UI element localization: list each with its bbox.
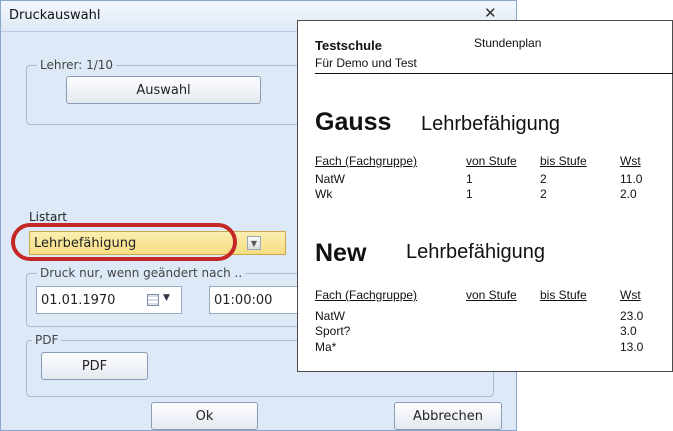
section-heading: Lehrbefähigung [421,113,561,135]
chevron-down-icon[interactable]: ▼ [163,293,170,303]
table-cell: Wk [315,187,333,201]
print-preview: Testschule Stundenplan Für Demo und Test… [297,20,673,372]
date-field[interactable]: 01.01.1970 ▼ [36,286,182,314]
dialog-title: Druckauswahl [9,8,101,23]
highlight-ring [11,223,237,261]
table-cell: 2.0 [620,187,637,201]
table-cell: 1 [466,172,473,186]
table-cell: 11.0 [620,172,643,186]
date-value: 01.01.1970 [41,293,116,308]
table-header: von Stufe [466,154,517,168]
chevron-down-icon[interactable]: ▼ [247,236,261,250]
time-field[interactable]: 01:00:00 [209,286,301,314]
teacher-name: New [315,239,367,267]
table-cell: Ma* [315,340,337,354]
cancel-button[interactable]: Abbrechen [394,402,502,430]
table-cell: NatW [315,172,345,186]
header-rule [315,73,673,74]
table-header: bis Stufe [540,288,587,302]
table-header: Fach (Fachgruppe) [315,154,418,168]
table-header: bis Stufe [540,154,587,168]
ok-button[interactable]: Ok [151,402,258,430]
print-if-changed-label: Druck nur, wenn geändert nach .. [37,266,246,280]
school-name: Testschule [315,38,382,53]
table-cell: NatW [315,309,345,323]
calendar-icon[interactable] [147,294,159,306]
table-cell: 1 [466,187,473,201]
table-header: von Stufe [466,288,517,302]
time-value: 01:00:00 [214,293,273,308]
table-cell: 13.0 [620,340,644,354]
table-header: Wst [620,288,641,302]
table-cell: Sport? [315,324,351,338]
teacher-name: Gauss [315,108,392,136]
table-header: Fach (Fachgruppe) [315,288,418,302]
table-cell: 23.0 [620,309,644,323]
pdf-button[interactable]: PDF [41,352,148,380]
pdf-group-label: PDF [32,333,62,347]
document-type: Stundenplan [474,36,542,50]
table-cell: 2 [540,187,547,201]
table-cell: 3.0 [620,324,637,338]
table-cell: 2 [540,172,547,186]
teacher-group-label: Lehrer: 1/10 [37,58,117,72]
school-subtitle: Für Demo und Test [315,56,417,70]
select-teacher-button[interactable]: Auswahl [66,76,261,104]
section-heading: Lehrbefähigung [406,241,546,263]
table-header: Wst [620,154,641,168]
list-type-label: Listart [29,210,67,224]
